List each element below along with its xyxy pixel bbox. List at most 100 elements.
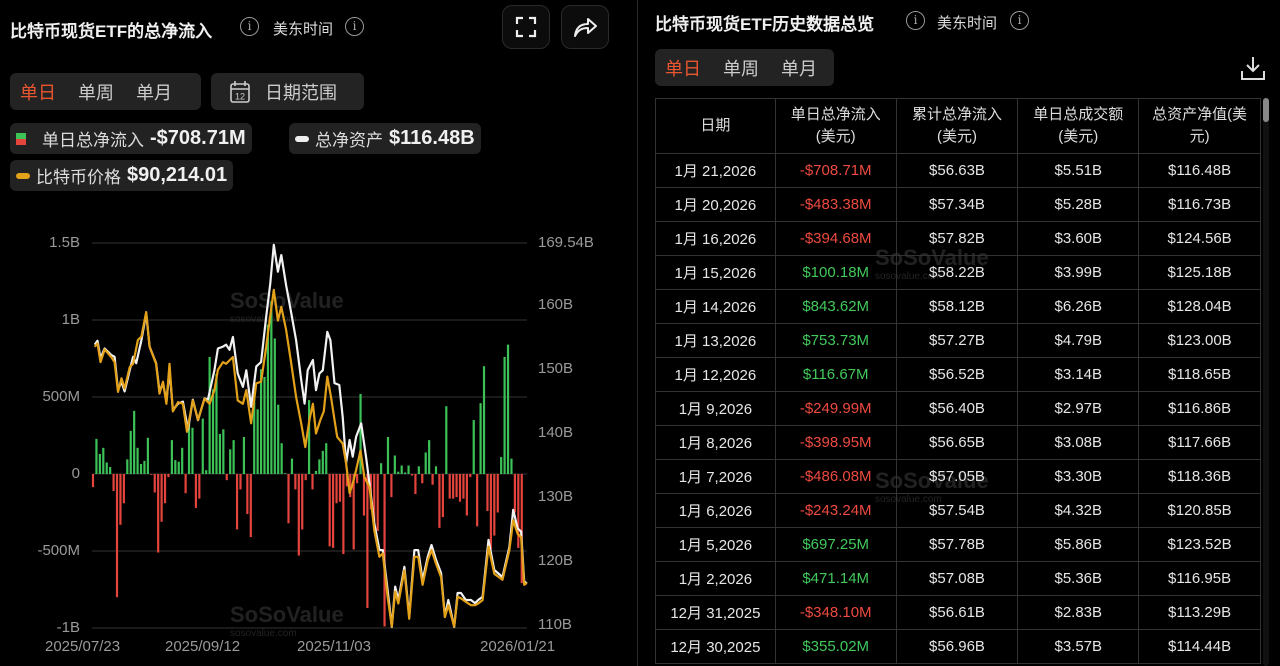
flow-bar [517,474,520,548]
date-cell: 1月 2,2026 [655,561,776,596]
column-header: 总资产净值(美 元) [1138,98,1261,154]
flow-bar [424,452,427,474]
flow-bar [184,474,187,494]
net-inflow-cell: -$708.71M [774,153,897,188]
scrollbar-thumb[interactable] [1263,98,1269,122]
flow-bar [115,474,119,598]
table-scrollbar[interactable] [1263,98,1269,666]
table-row[interactable]: 12月 31,2025 -$348.10M $56.61B $2.83B $113.29… [655,595,1261,630]
cumulative-inflow-cell: $57.82B [895,221,1019,256]
volume-cell: $5.36B [1017,561,1140,596]
flow-bar [95,438,98,474]
tab-daily[interactable]: 单日 [665,55,701,81]
flow-bar [259,369,263,474]
flow-bar [304,474,307,481]
volume-cell: $5.28B [1017,187,1140,222]
flow-bar [232,440,235,474]
table-row[interactable]: 1月 12,2026 $116.67M $56.52B $3.14B $118.65B [655,357,1261,392]
cumulative-inflow-cell: $57.78B [895,527,1019,562]
flow-bar [170,440,173,474]
tab-weekly[interactable]: 单周 [723,55,759,81]
date-cell: 1月 12,2026 [655,357,776,392]
net-inflow-cell: -$394.68M [774,221,897,256]
table-period-tabs: 单日 单周 单月 [655,49,834,86]
left-axis-tick: 1B [61,311,80,328]
table-row[interactable]: 12月 30,2025 $355.02M $56.96B $3.57B $114.44B [655,629,1261,664]
table-row[interactable]: 1月 8,2026 -$398.95M $56.65B $3.08B $117.66B [655,425,1261,460]
flow-bar [273,338,276,474]
table-row[interactable]: 1月 15,2026 $100.18M $58.22B $3.99B $125.18B [655,255,1261,290]
volume-cell: $3.99B [1017,255,1140,290]
net-inflow-cell: -$483.38M [774,187,897,222]
flow-bar [294,474,297,490]
flow-bar [270,301,273,474]
volume-cell: $3.57B [1017,629,1140,664]
date-cell: 12月 30,2025 [655,629,776,664]
flow-bar [201,418,204,474]
flow-bar [318,459,321,474]
flow-bar [129,430,132,474]
right-axis-tick: 169.54B [538,234,594,251]
flow-bar [208,356,211,474]
flow-bar [112,474,115,491]
table-row[interactable]: 1月 5,2026 $697.25M $57.78B $5.86B $123.52B [655,527,1261,562]
flow-bar [397,471,400,474]
date-cell: 12月 31,2025 [655,595,776,630]
flow-bar [458,474,462,502]
table-row[interactable]: 1月 21,2026 -$708.71M $56.63B $5.51B $116.48B [655,153,1261,188]
x-axis-tick: 2026/01/21 [480,638,556,655]
flow-bar [122,474,125,504]
flow-bar [280,443,283,474]
volume-cell: $3.60B [1017,221,1140,256]
table-row[interactable]: 1月 13,2026 $753.73M $57.27B $4.79B $123.00B [655,323,1261,358]
volume-cell: $3.08B [1017,425,1140,460]
right-axis-tick: 140B [538,424,574,441]
flow-bar [91,474,95,488]
cumulative-inflow-cell: $57.27B [895,323,1019,358]
flow-bar [314,470,318,474]
flow-bar [380,463,383,474]
net-assets-cell: $123.00B [1138,323,1261,358]
flow-bar [198,474,201,499]
cumulative-inflow-cell: $58.22B [895,255,1019,290]
net-inflow-cell: $753.73M [774,323,897,358]
table-row[interactable]: 1月 2,2026 $471.14M $57.08B $5.36B $116.95B [655,561,1261,596]
flow-bar [414,474,417,495]
flow-bar [177,461,180,474]
info-icon[interactable]: i [906,11,925,30]
panel-divider [637,0,638,666]
x-axis-tick: 2025/07/23 [45,638,121,655]
table-row[interactable]: 1月 20,2026 -$483.38M $57.34B $5.28B $116.73B [655,187,1261,222]
volume-cell: $2.83B [1017,595,1140,630]
left-axis-tick: 1.5B [49,234,80,251]
flow-bar [325,443,328,474]
total-assets-line [93,243,528,628]
x-axis-tick: 2025/11/03 [297,638,371,655]
net-assets-cell: $116.86B [1138,391,1261,426]
cumulative-inflow-cell: $56.63B [895,153,1019,188]
flow-bar [332,474,335,548]
flow-bar [479,403,482,474]
cumulative-inflow-cell: $56.61B [895,595,1019,630]
table-row[interactable]: 1月 16,2026 -$394.68M $57.82B $3.60B $124.56B [655,221,1261,256]
flow-bar [393,455,396,474]
table-row[interactable]: 1月 6,2026 -$243.24M $57.54B $4.32B $120.85B [655,493,1261,528]
x-axis-tick: 2025/09/12 [165,638,241,655]
timezone-label: 美东时间 [937,15,998,32]
flow-bar [410,474,414,476]
flow-bar [465,474,468,516]
net-inflow-cell: -$398.95M [774,425,897,460]
info-icon[interactable]: i [1010,11,1029,30]
download-icon[interactable] [1240,55,1266,81]
flow-bar [311,474,314,490]
flow-bar [181,447,184,474]
tab-monthly[interactable]: 单月 [781,55,817,81]
flow-bar [126,459,129,474]
table-row[interactable]: 1月 14,2026 $843.62M $58.12B $6.26B $128.04B [655,289,1261,324]
right-axis-tick: 160B [538,296,574,313]
table-row[interactable]: 1月 9,2026 -$249.99M $56.40B $2.97B $116.86B [655,391,1261,426]
flow-bar [407,465,410,474]
table-row[interactable]: 1月 7,2026 -$486.08M $57.05B $3.30B $118.36B [655,459,1261,494]
cumulative-inflow-cell: $56.96B [895,629,1019,664]
volume-cell: $5.51B [1017,153,1140,188]
